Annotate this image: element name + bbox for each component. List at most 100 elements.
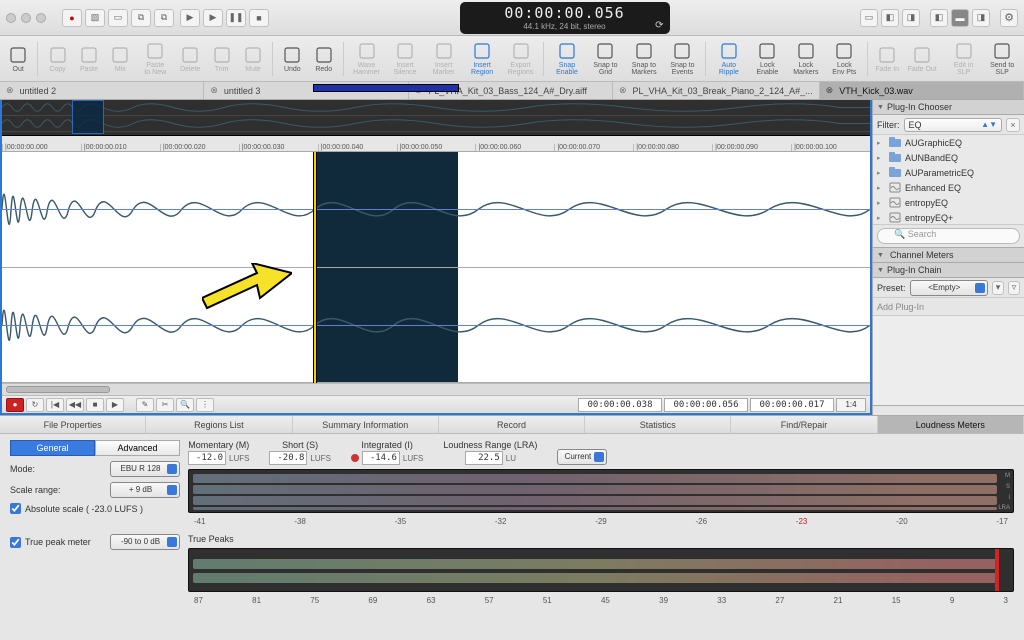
- tp-range-select[interactable]: -90 to 0 dB: [110, 534, 180, 550]
- tool-undo[interactable]: Undo: [278, 45, 306, 73]
- preset-select[interactable]: <Empty>: [910, 280, 988, 296]
- plugin-chooser-header[interactable]: Plug-In Chooser: [873, 100, 1024, 115]
- document-tab[interactable]: ⊗untitled 2: [0, 82, 204, 99]
- add-plugin-button[interactable]: Add Plug-In: [873, 298, 1024, 316]
- tool-snap-grid[interactable]: Snap toGrid: [588, 41, 624, 76]
- tool-redo[interactable]: Redo: [310, 45, 338, 73]
- refresh-icon[interactable]: ⟳: [655, 20, 663, 31]
- scale-select[interactable]: + 9 dB: [110, 482, 180, 498]
- plugin-list[interactable]: ▸AUGraphicEQ▸AUNBandEQ▸AUParametricEQ▸En…: [873, 135, 1024, 224]
- tool-send-slp[interactable]: Send toSLP: [984, 41, 1020, 76]
- overview[interactable]: [2, 100, 870, 136]
- plugin-item[interactable]: ▸entropyEQ+: [873, 210, 1024, 224]
- layout-3-button[interactable]: ◨: [902, 9, 920, 27]
- plugin-search-input[interactable]: 🔍 Search: [877, 228, 1020, 244]
- tool-auto-ripple[interactable]: AutoRipple: [711, 41, 747, 76]
- bottom-tab[interactable]: Record: [439, 416, 585, 433]
- panel-left-button[interactable]: ◧: [930, 9, 948, 27]
- horizontal-scrollbar[interactable]: [2, 383, 870, 395]
- window-close-icon[interactable]: [6, 13, 16, 23]
- preset-save[interactable]: ▾: [992, 281, 1004, 295]
- save-all-button[interactable]: ⧉: [154, 9, 174, 27]
- true-peak-checkbox[interactable]: True peak meter: [10, 537, 91, 548]
- close-icon[interactable]: ⊗: [826, 85, 834, 96]
- document-tab[interactable]: ⊗VTH_Kick_03.wav: [820, 82, 1024, 99]
- tool-zoom[interactable]: 🔍: [176, 398, 194, 412]
- tool-lock-markers[interactable]: LockMarkers: [788, 41, 824, 76]
- settings-button[interactable]: ⚙: [1000, 9, 1018, 27]
- play-loop-button[interactable]: ▶: [203, 9, 223, 27]
- absolute-scale-checkbox[interactable]: Absolute scale ( -23.0 LUFS ): [10, 503, 180, 514]
- play-button[interactable]: ▶: [180, 9, 200, 27]
- waveform-canvas[interactable]: [2, 152, 870, 383]
- transport-record[interactable]: ●: [6, 398, 24, 412]
- close-icon[interactable]: ⊗: [210, 85, 218, 96]
- seg-general[interactable]: General: [10, 440, 95, 456]
- close-icon[interactable]: ⊗: [6, 85, 14, 96]
- panel-right-button[interactable]: ◨: [972, 9, 990, 27]
- filter-select[interactable]: EQ▲▼: [904, 118, 1003, 132]
- tool-paste: Paste: [75, 45, 103, 73]
- overview-selection[interactable]: [72, 100, 104, 134]
- transport-rew[interactable]: ◀◀: [66, 398, 84, 412]
- preset-del[interactable]: ▿: [1008, 281, 1020, 295]
- tool-mute: Mute: [239, 45, 267, 73]
- zoom-ratio[interactable]: 1:4: [836, 398, 866, 412]
- time-display[interactable]: 00:00:00.056 44.1 kHz, 24 bit, stereo ⟳: [460, 2, 670, 34]
- bottom-tab[interactable]: Statistics: [585, 416, 731, 433]
- seg-advanced[interactable]: Advanced: [95, 440, 180, 456]
- tool-snap-markers[interactable]: Snap toMarkers: [626, 41, 662, 76]
- bottom-tab[interactable]: Summary Information: [293, 416, 439, 433]
- bottom-tab[interactable]: Loudness Meters: [878, 416, 1024, 433]
- plugin-item[interactable]: ▸entropyEQ: [873, 195, 1024, 210]
- tool-out[interactable]: Out: [4, 45, 32, 73]
- window-zoom-icon[interactable]: [36, 13, 46, 23]
- close-icon[interactable]: ⊗: [619, 85, 627, 96]
- stop-button[interactable]: ■: [249, 9, 269, 27]
- panel-bottom-button[interactable]: ▬: [951, 9, 969, 27]
- open-button[interactable]: ▭: [108, 9, 128, 27]
- record-button[interactable]: ●: [62, 9, 82, 27]
- tool-edit-slp: Edit inSLP: [946, 41, 982, 76]
- time-ruler[interactable]: |00:00:00.000|00:00:00.010|00:00:00.020|…: [2, 136, 870, 152]
- waveform-editor[interactable]: |00:00:00.000|00:00:00.010|00:00:00.020|…: [0, 100, 872, 415]
- filter-clear[interactable]: ×: [1006, 118, 1020, 132]
- tool-snap-events[interactable]: Snap toEvents: [665, 41, 701, 76]
- selection-start[interactable]: 00:00:00.038: [578, 398, 662, 412]
- document-tab[interactable]: ⊗PL_VHA_Kit_03_Break_Piano_2_124_A#_...: [613, 82, 820, 99]
- playhead-cursor[interactable]: [314, 152, 316, 383]
- new-button[interactable]: ▧: [85, 9, 105, 27]
- tool-insert-region[interactable]: InsertRegion: [464, 41, 500, 76]
- tool-snap-enable[interactable]: SnapEnable: [549, 41, 585, 76]
- bottom-tab[interactable]: File Properties: [0, 416, 146, 433]
- save-button[interactable]: ⧉: [131, 9, 151, 27]
- selection-bar[interactable]: [314, 85, 457, 91]
- plugin-item[interactable]: ▸AUParametricEQ: [873, 165, 1024, 180]
- layout-1-button[interactable]: ▭: [860, 9, 878, 27]
- tool-hand[interactable]: ⋮: [196, 398, 214, 412]
- window-min-icon[interactable]: [21, 13, 31, 23]
- transport-play[interactable]: ▶: [106, 398, 124, 412]
- mode-select[interactable]: EBU R 128: [110, 461, 180, 477]
- tool-pencil[interactable]: ✎: [136, 398, 154, 412]
- tool-lock-enable[interactable]: LockEnable: [750, 41, 786, 76]
- channel-meters-header[interactable]: Channel Meters: [873, 247, 1024, 263]
- plugin-item[interactable]: ▸Enhanced EQ: [873, 180, 1024, 195]
- bottom-tab[interactable]: Find/Repair: [731, 416, 877, 433]
- tool-cut[interactable]: ✂: [156, 398, 174, 412]
- settings-segment[interactable]: General Advanced: [10, 440, 180, 456]
- current-select[interactable]: Current: [557, 449, 607, 465]
- plugin-item[interactable]: ▸AUGraphicEQ: [873, 135, 1024, 150]
- transport-stop[interactable]: ■: [86, 398, 104, 412]
- tool-wave-hammer: WaveHammer: [349, 41, 385, 76]
- tool-env-pts[interactable]: LockEnv Pts: [827, 41, 863, 76]
- selection-length[interactable]: 00:00:00.017: [750, 398, 834, 412]
- transport-start[interactable]: |◀: [46, 398, 64, 412]
- pause-button[interactable]: ❚❚: [226, 9, 246, 27]
- layout-2-button[interactable]: ◧: [881, 9, 899, 27]
- plugin-item[interactable]: ▸AUNBandEQ: [873, 150, 1024, 165]
- plugin-chain-header[interactable]: Plug-In Chain: [873, 263, 1024, 278]
- bottom-tab[interactable]: Regions List: [146, 416, 292, 433]
- transport-loop[interactable]: ↻: [26, 398, 44, 412]
- selection-end[interactable]: 00:00:00.056: [664, 398, 748, 412]
